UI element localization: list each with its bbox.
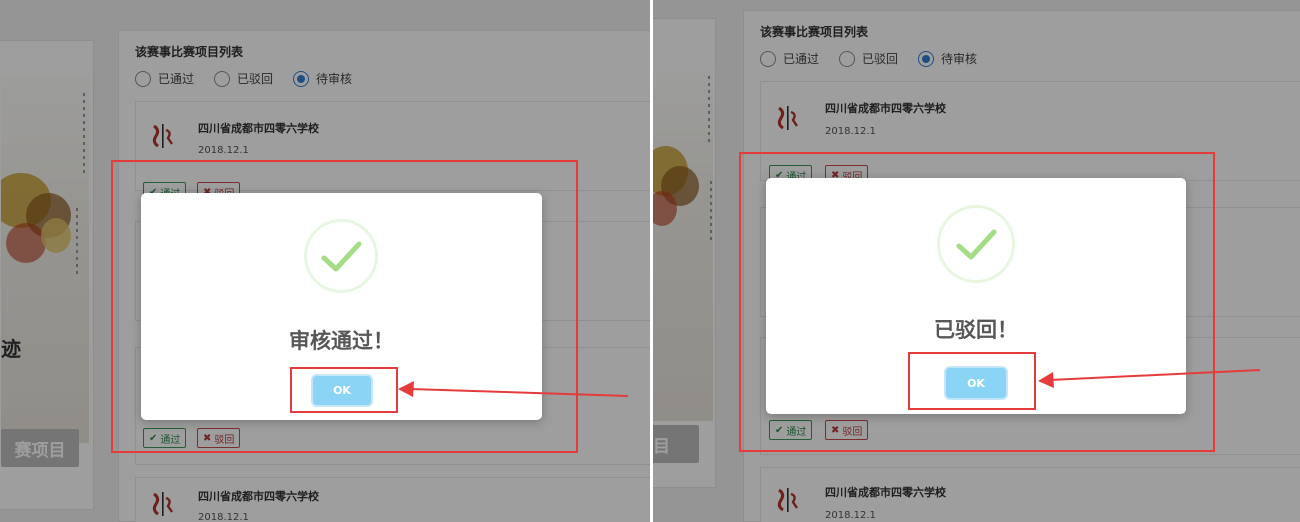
panel-divider (650, 0, 653, 522)
left-panel-approved: 迹 赛项目 该赛事比赛项目列表 已通过 已驳回 待审核 四川省成都市四零六学校 … (0, 0, 652, 522)
highlight-ok-box (908, 352, 1036, 410)
screenshot-stage: 迹 赛项目 该赛事比赛项目列表 已通过 已驳回 待审核 四川省成都市四零六学校 … (0, 0, 1300, 522)
right-panel-rejected: 目 该赛事比赛项目列表 已通过 已驳回 待审核 四川省成都市四零六学校 2018… (652, 0, 1300, 522)
pointer-arrow-icon (398, 381, 629, 397)
pointer-arrow-icon (1038, 369, 1261, 388)
highlight-ok-box (290, 367, 398, 413)
